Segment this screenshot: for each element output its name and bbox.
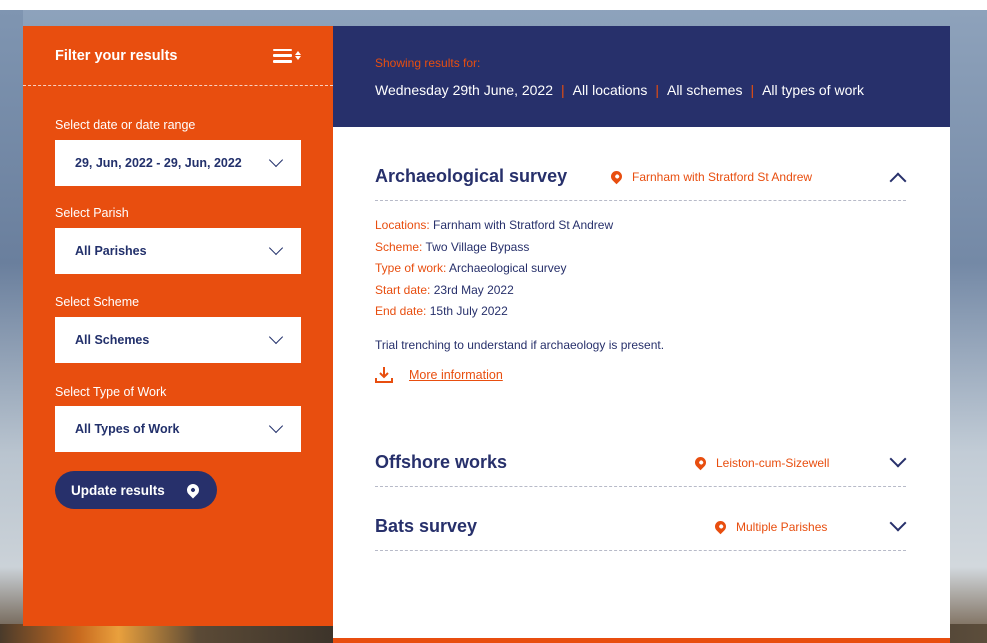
detail-row: End date: 15th July 2022 bbox=[375, 304, 508, 318]
result-location-text: Leiston-cum-Sizewell bbox=[716, 455, 830, 470]
type-of-work-select[interactable]: All Types of Work bbox=[55, 406, 301, 452]
filter-title: Filter your results bbox=[55, 47, 178, 64]
download-icon[interactable] bbox=[375, 366, 393, 384]
result-location: Leiston-cum-Sizewell bbox=[692, 454, 830, 471]
result-header[interactable]: Archaeological survey Farnham with Strat… bbox=[375, 153, 907, 201]
chevron-down-icon bbox=[268, 329, 284, 345]
active-filter-scheme: All schemes bbox=[666, 82, 743, 98]
sort-icon[interactable] bbox=[273, 48, 301, 63]
result-location-text: Multiple Parishes bbox=[736, 519, 828, 534]
active-filter-type: All types of work bbox=[762, 82, 865, 98]
scheme-value: All Schemes bbox=[75, 333, 150, 347]
filter-header: Filter your results bbox=[23, 26, 333, 86]
detail-row: Start date: 23rd May 2022 bbox=[375, 282, 514, 297]
result-location: Multiple Parishes bbox=[712, 518, 828, 535]
scheme-label: Select Scheme bbox=[55, 295, 140, 309]
chevron-up-icon[interactable] bbox=[889, 172, 907, 190]
result-header[interactable]: Bats survey Multiple Parishes bbox=[375, 503, 907, 551]
result-item-archaeological-survey: Archaeological survey Farnham with Strat… bbox=[375, 153, 907, 384]
location-pin-icon bbox=[608, 168, 625, 185]
active-filter-location: All locations bbox=[572, 82, 648, 98]
result-description: Trial trenching to understand if archaeo… bbox=[375, 337, 665, 352]
result-details: Locations: Farnham with Stratford St And… bbox=[375, 215, 906, 323]
location-pin-icon bbox=[712, 518, 729, 535]
page-top-strip bbox=[0, 0, 987, 10]
result-location-text: Farnham with Stratford St Andrew bbox=[632, 169, 813, 184]
parish-label: Select Parish bbox=[55, 206, 129, 220]
filter-separator: | bbox=[561, 82, 565, 98]
background-photo-right bbox=[950, 10, 987, 643]
result-location: Farnham with Stratford St Andrew bbox=[608, 168, 813, 185]
date-range-select[interactable]: 29, Jun, 2022 - 29, Jun, 2022 bbox=[55, 140, 301, 186]
accent-bottom-bar bbox=[333, 638, 950, 643]
parish-value: All Parishes bbox=[75, 244, 147, 258]
chevron-down-icon bbox=[268, 240, 284, 256]
detail-row: Type of work: Archaeological survey bbox=[375, 261, 567, 275]
location-pin-icon bbox=[692, 454, 709, 471]
update-results-label: Update results bbox=[71, 482, 165, 498]
chevron-down-icon[interactable] bbox=[889, 514, 907, 532]
active-filters: Wednesday 29th June, 2022 | All location… bbox=[375, 82, 950, 98]
chevron-down-icon bbox=[268, 152, 284, 168]
result-item-bats-survey: Bats survey Multiple Parishes bbox=[375, 503, 907, 551]
update-results-button[interactable]: Update results bbox=[55, 471, 217, 509]
scheme-select[interactable]: All Schemes bbox=[55, 317, 301, 363]
results-header: Showing results for: Wednesday 29th June… bbox=[333, 26, 950, 127]
results-panel: Showing results for: Wednesday 29th June… bbox=[333, 26, 950, 638]
result-header[interactable]: Offshore works Leiston-cum-Sizewell bbox=[375, 439, 907, 487]
detail-row: Scheme: Two Village Bypass bbox=[375, 239, 530, 254]
date-range-label: Select date or date range bbox=[55, 118, 196, 132]
date-range-value: 29, Jun, 2022 - 29, Jun, 2022 bbox=[75, 156, 242, 170]
showing-results-label: Showing results for: bbox=[375, 56, 481, 70]
filter-separator: | bbox=[655, 82, 659, 98]
more-information-link[interactable]: More information bbox=[409, 368, 503, 382]
result-item-offshore-works: Offshore works Leiston-cum-Sizewell bbox=[375, 439, 907, 487]
filter-sidebar: Filter your results Select date or date … bbox=[23, 26, 333, 626]
result-title: Bats survey bbox=[375, 516, 478, 536]
result-title: Archaeological survey bbox=[375, 166, 568, 186]
chevron-down-icon bbox=[268, 418, 284, 434]
active-filter-date: Wednesday 29th June, 2022 bbox=[375, 82, 553, 98]
chevron-down-icon[interactable] bbox=[889, 450, 907, 468]
result-title: Offshore works bbox=[375, 452, 508, 472]
background-photo-left bbox=[0, 10, 23, 643]
detail-row: Locations: Farnham with Stratford St And… bbox=[375, 218, 614, 232]
type-of-work-value: All Types of Work bbox=[75, 422, 180, 436]
location-pin-icon bbox=[184, 481, 202, 499]
type-of-work-label: Select Type of Work bbox=[55, 385, 167, 399]
more-information: More information bbox=[375, 366, 906, 384]
parish-select[interactable]: All Parishes bbox=[55, 228, 301, 274]
filter-separator: | bbox=[750, 82, 755, 98]
